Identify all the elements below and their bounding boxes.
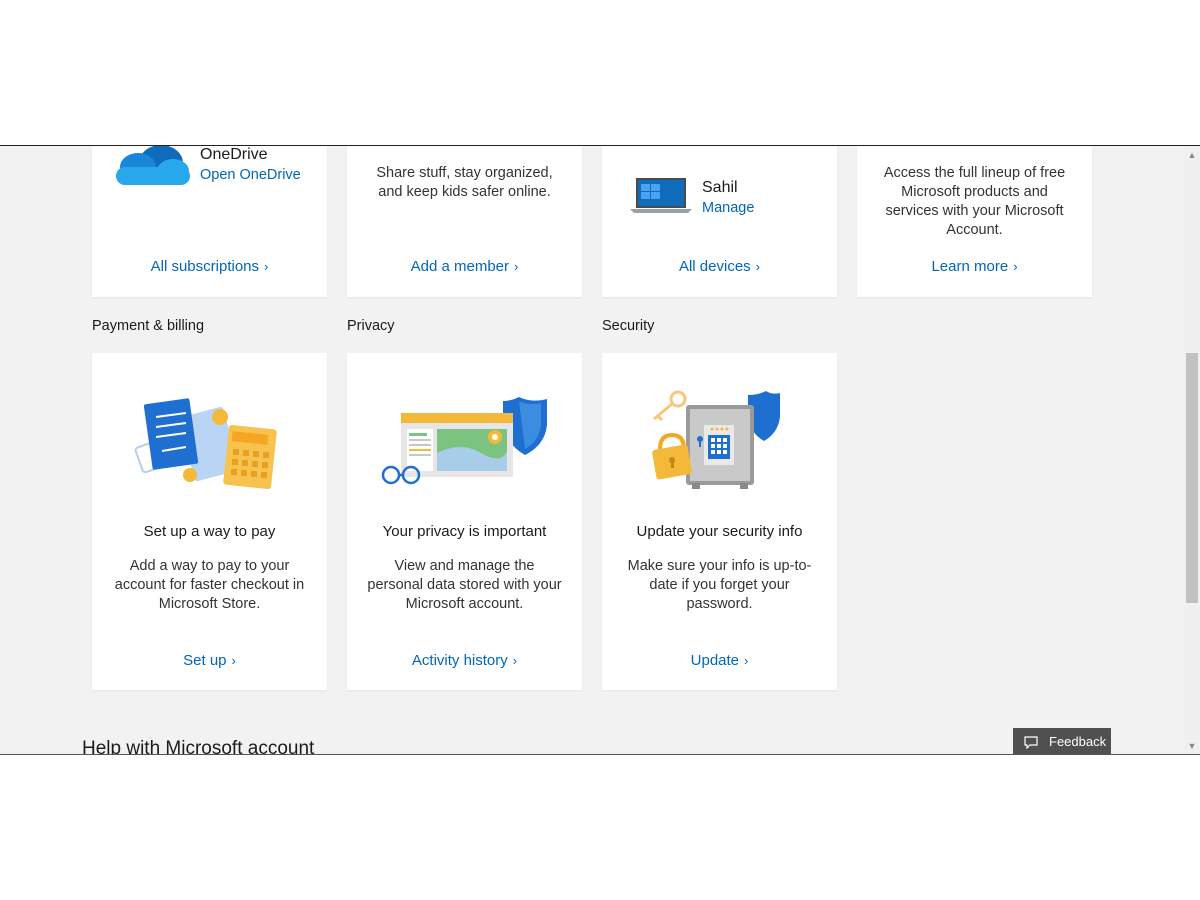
comment-icon xyxy=(1024,736,1038,749)
help-heading: Help with Microsoft account xyxy=(82,738,315,755)
payment-illustration-icon xyxy=(134,398,277,490)
feedback-label: Feedback xyxy=(1049,734,1107,749)
rewards-card: Access the full lineup of free Microsoft… xyxy=(857,146,1092,297)
chevron-right-icon: › xyxy=(512,653,518,668)
security-card-description: Make sure your info is up-to-date if you… xyxy=(627,558,812,612)
scroll-down-icon[interactable]: ▼ xyxy=(1187,741,1197,751)
privacy-card: Your privacy is important View and manag… xyxy=(347,353,582,690)
activity-history-link[interactable]: Activity history › xyxy=(347,652,582,669)
chevron-right-icon: › xyxy=(755,259,761,274)
vertical-scrollbar[interactable]: ▲ ▼ xyxy=(1184,146,1200,754)
family-card: Share stuff, stay organized, and keep ki… xyxy=(347,146,582,297)
chevron-right-icon: › xyxy=(264,259,269,274)
viewport: OneDrive Open OneDrive All subscriptions… xyxy=(0,145,1200,755)
payment-card-description: Add a way to pay to your account for fas… xyxy=(114,558,305,612)
update-security-link[interactable]: Update › xyxy=(602,652,837,669)
subscriptions-card: OneDrive Open OneDrive All subscriptions… xyxy=(92,146,327,297)
open-onedrive-link[interactable]: Open OneDrive xyxy=(200,167,301,183)
payment-card: Set up a way to pay Add a way to pay to … xyxy=(92,353,327,690)
scrollbar-thumb[interactable] xyxy=(1186,353,1198,603)
chevron-right-icon: › xyxy=(1013,259,1018,274)
payment-billing-heading: Payment & billing xyxy=(92,318,205,334)
privacy-illustration-icon xyxy=(381,397,547,485)
privacy-card-title: Your privacy is important xyxy=(382,523,547,540)
security-card: Update your security info Make sure your… xyxy=(602,353,837,690)
payment-card-title: Set up a way to pay xyxy=(143,523,276,540)
security-illustration-icon xyxy=(652,390,780,489)
laptop-icon xyxy=(630,178,692,213)
all-subscriptions-link[interactable]: All subscriptions › xyxy=(92,258,327,275)
set-up-link[interactable]: Set up › xyxy=(92,652,327,669)
privacy-heading: Privacy xyxy=(347,318,395,334)
chevron-right-icon: › xyxy=(231,653,236,668)
add-member-link[interactable]: Add a member › xyxy=(347,258,582,275)
device-name: Sahil xyxy=(702,179,738,196)
scroll-up-icon[interactable]: ▲ xyxy=(1187,150,1197,160)
security-card-title: Update your security info xyxy=(636,523,803,540)
manage-device-link[interactable]: Manage xyxy=(702,200,754,216)
onedrive-cloud-icon xyxy=(116,146,190,185)
rewards-description: Access the full lineup of free Microsoft… xyxy=(883,165,1066,238)
all-devices-link[interactable]: All devices › xyxy=(602,258,837,275)
security-heading: Security xyxy=(602,318,655,334)
family-description: Share stuff, stay organized, and keep ki… xyxy=(376,165,553,200)
privacy-card-description: View and manage the personal data stored… xyxy=(367,558,562,612)
devices-card: Sahil Manage All devices › xyxy=(602,146,837,297)
onedrive-title: OneDrive xyxy=(200,146,268,163)
feedback-button[interactable]: Feedback xyxy=(1013,728,1111,754)
chevron-right-icon: › xyxy=(514,259,519,274)
learn-more-link[interactable]: Learn more › xyxy=(857,258,1092,275)
chevron-right-icon: › xyxy=(744,653,749,668)
